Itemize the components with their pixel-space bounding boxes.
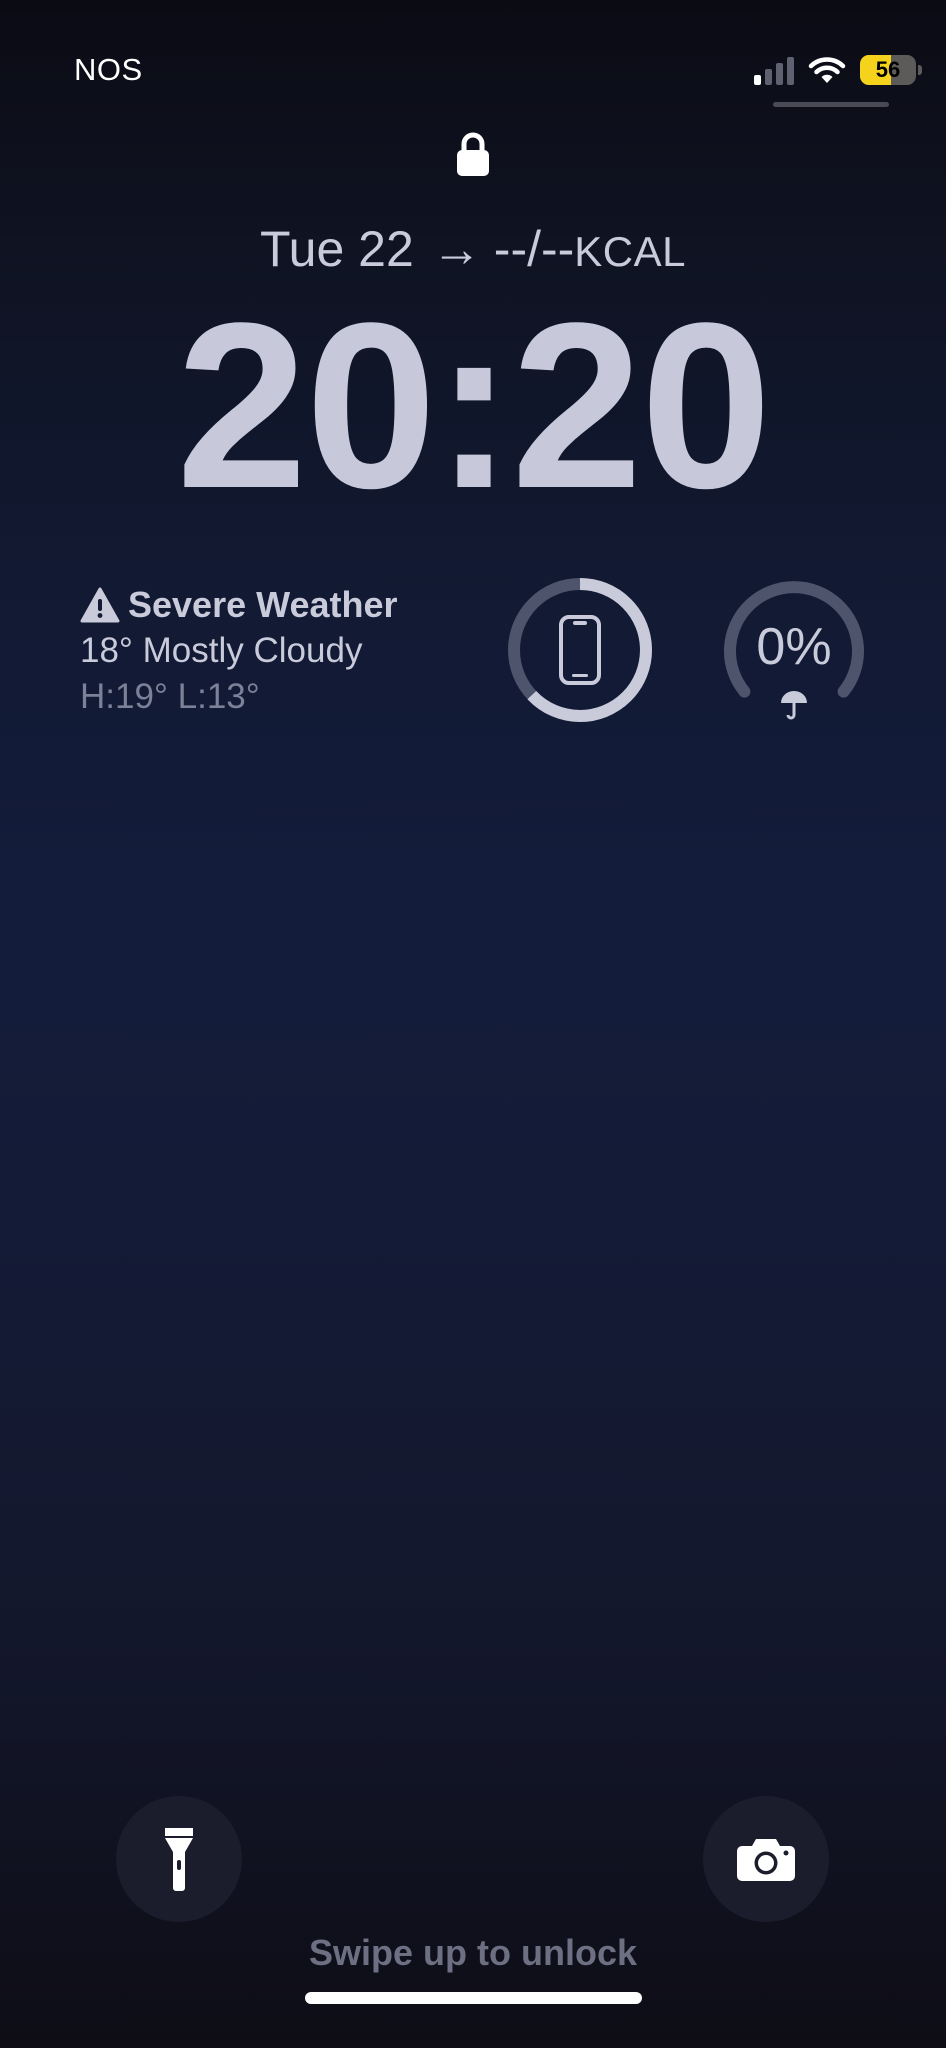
iphone-icon [559,615,601,685]
camera-icon [737,1839,795,1881]
wifi-icon [808,57,846,83]
kcal-unit: KCAL [574,228,687,275]
home-indicator[interactable] [305,1992,642,2004]
camera-button[interactable] [703,1796,829,1922]
swipe-hint: Swipe up to unlock [308,1932,637,1973]
date-activity-line[interactable]: Tue 22 → --/--KCAL [0,220,946,278]
umbrella-icon [781,691,807,720]
weather-high-low: H:19° L:13° [80,677,260,716]
control-center-indicator[interactable] [773,102,889,107]
clock-time[interactable]: 20:20 [0,288,946,524]
flashlight-icon [165,1828,193,1891]
warning-triangle-icon [80,587,120,623]
carrier-name: NOS [74,52,143,87]
status-icons: 56 [754,50,922,90]
arrow-icon: → [431,221,482,277]
battery-level: 56 [875,57,901,82]
flashlight-button[interactable] [116,1796,242,1922]
lock-screen: NOS 56 Tue 22 → --/--KCAL 20:20 Severe W… [0,0,946,2048]
rain-chance-value: 0% [756,618,832,676]
weather-alert: Severe Weather [128,584,398,625]
signal-icon [754,55,794,85]
rain-chance-widget[interactable]: 0% [719,575,869,725]
lock-icon [457,132,489,176]
weather-widget[interactable]: Severe Weather 18° Mostly Cloudy H:19° L… [80,582,398,720]
date-text: Tue 22 [259,221,414,277]
kcal-value: --/-- [493,221,575,277]
device-battery-widget[interactable] [505,575,655,725]
weather-current: 18° Mostly Cloudy [80,631,363,670]
battery-icon: 56 [860,55,922,85]
